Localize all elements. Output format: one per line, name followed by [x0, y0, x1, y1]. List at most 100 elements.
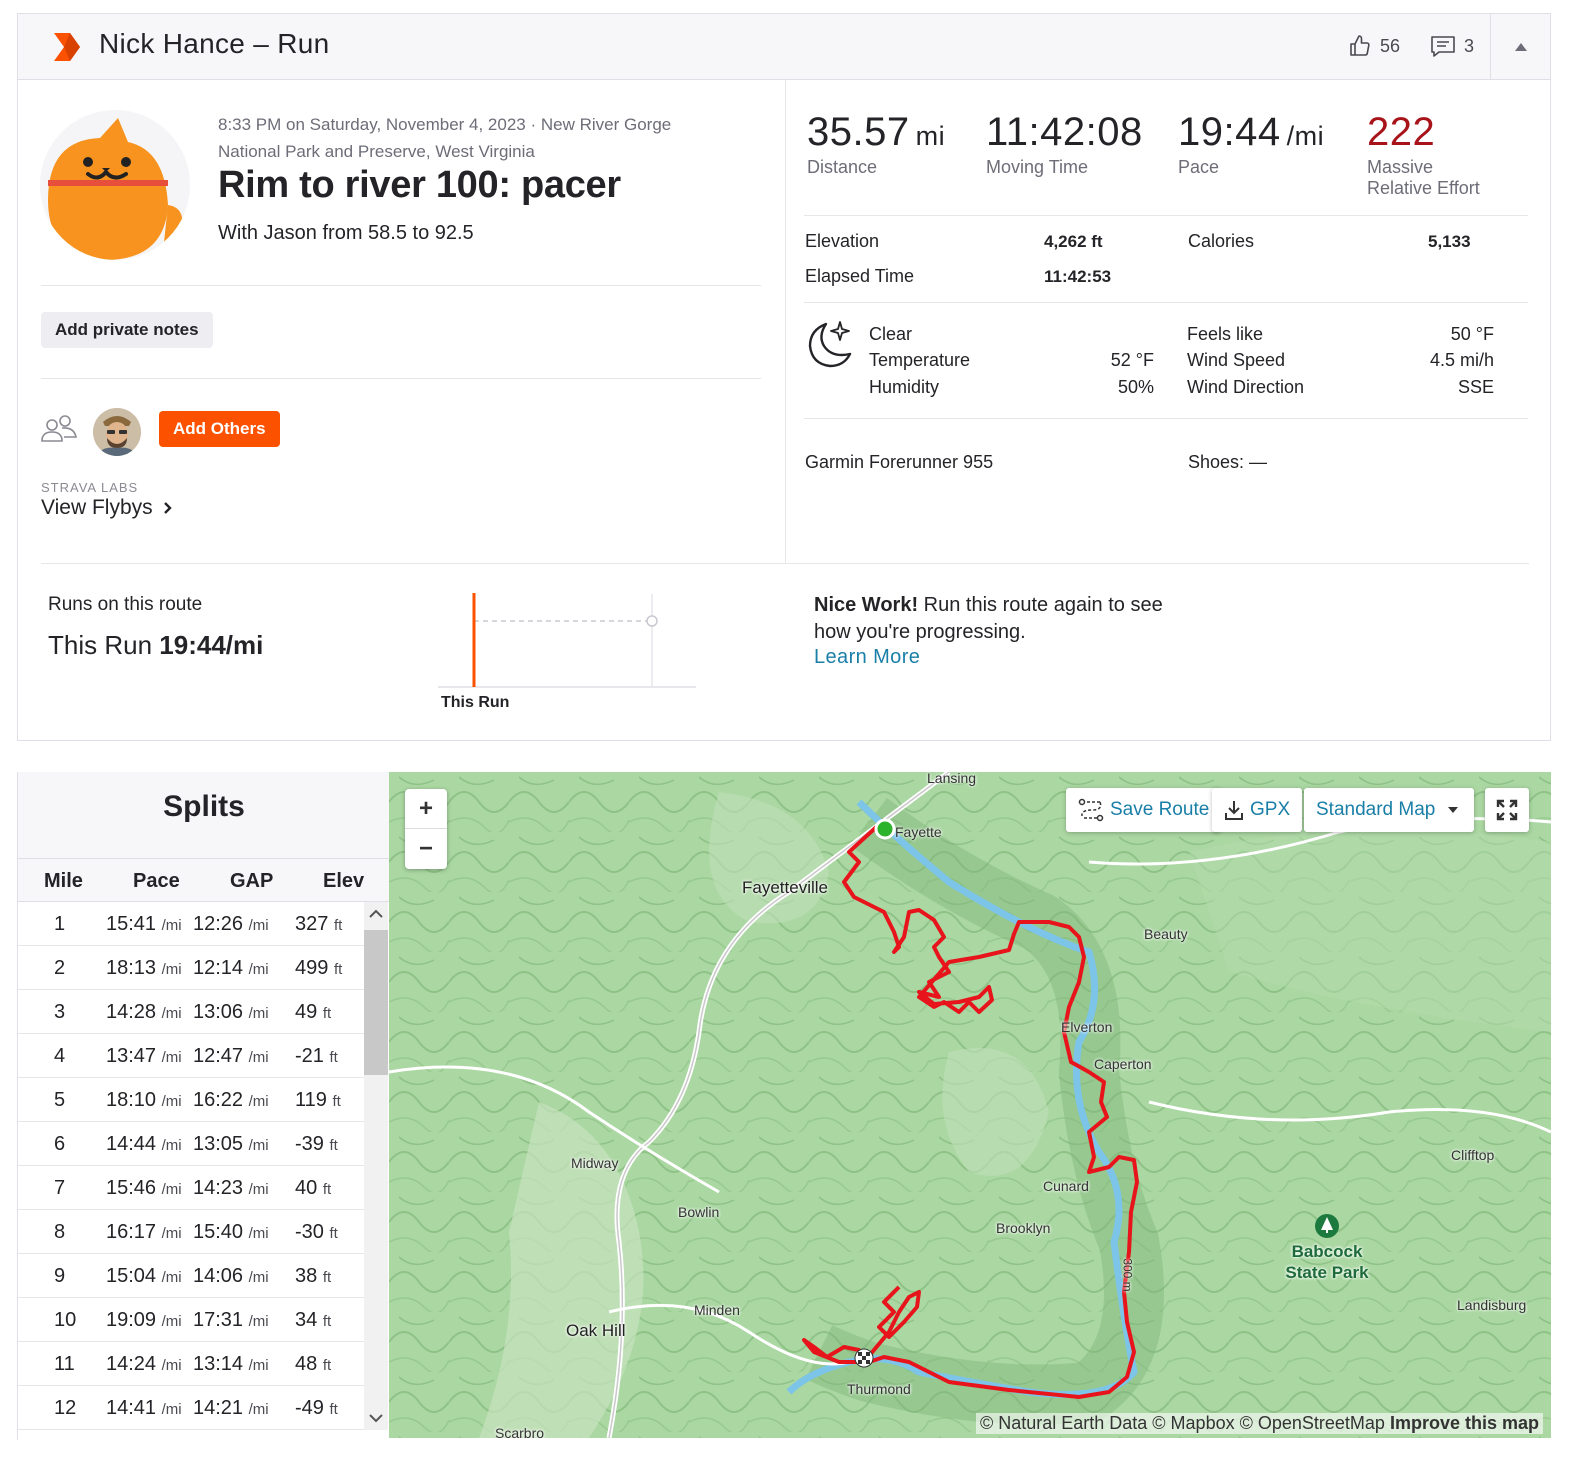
col-elev: Elev: [323, 870, 365, 892]
split-mile: 2: [54, 957, 66, 979]
view-flybys-link[interactable]: View Flybys: [41, 496, 173, 520]
col-mile: Mile: [44, 870, 83, 892]
improve-map-link[interactable]: Improve this map: [1390, 1413, 1539, 1433]
kudos-button[interactable]: 56: [1348, 34, 1400, 58]
athlete-avatar[interactable]: [40, 110, 190, 260]
split-elev: 327 ft: [295, 913, 343, 935]
pace-label: Pace: [1178, 157, 1220, 177]
collapse-chevron-icon[interactable]: [1513, 40, 1529, 54]
moving-time-value: 11:42:08: [986, 110, 1143, 154]
split-row: 10 19:09 /mi 17:31 /mi 34 ft: [18, 1298, 364, 1342]
add-private-notes-button[interactable]: Add private notes: [41, 312, 213, 348]
humidity-label: Humidity: [869, 377, 940, 397]
stat-relative-effort[interactable]: 222 Massive Relative Effort: [1367, 110, 1480, 199]
scroll-down-icon[interactable]: [364, 1408, 388, 1428]
feels-like-value: 50 °F: [1450, 324, 1494, 344]
fullscreen-button[interactable]: [1485, 788, 1529, 832]
split-row: 12 14:41 /mi 14:21 /mi -49 ft: [18, 1386, 364, 1430]
runs-on-route-label: Runs on this route: [48, 594, 203, 615]
distance-value: 35.57: [807, 110, 910, 154]
split-row: 4 13:47 /mi 12:47 /mi -21 ft: [18, 1034, 364, 1078]
wind-direction-value: SSE: [1457, 377, 1494, 397]
place-label-landisburg: Landisburg: [1457, 1297, 1527, 1313]
gpx-download-button[interactable]: GPX: [1212, 788, 1303, 832]
split-mile: 4: [54, 1045, 66, 1067]
gpx-label: GPX: [1250, 799, 1291, 820]
split-mile: 7: [54, 1177, 66, 1199]
activity-card: Nick Hance – Run 56 3 8:33 PM on Saturda…: [17, 13, 1551, 741]
activity-header: Nick Hance – Run 56 3: [18, 14, 1550, 80]
comment-icon: [1431, 36, 1455, 57]
split-mile: 5: [54, 1089, 66, 1111]
learn-more-link[interactable]: Learn More: [814, 646, 920, 669]
calories-label: Calories: [1188, 231, 1255, 251]
activity-map[interactable]: + − Save Route GPX Standard Map Lansing …: [389, 772, 1551, 1438]
elapsed-time-label: Elapsed Time: [805, 266, 915, 286]
map-terrain: [389, 772, 1551, 1438]
calories-value: 5,133: [1428, 232, 1471, 251]
activity-title: Rim to river 100: pacer: [218, 164, 621, 206]
place-label-midway: Midway: [571, 1155, 619, 1171]
save-route-button[interactable]: Save Route: [1066, 788, 1222, 832]
split-gap: 13:05 /mi: [193, 1133, 269, 1155]
companion-avatar[interactable]: [93, 408, 141, 456]
split-elev: -21 ft: [295, 1045, 338, 1067]
comments-button[interactable]: 3: [1430, 34, 1474, 58]
distance-label: Distance: [807, 157, 878, 177]
add-others-button[interactable]: Add Others: [159, 411, 280, 447]
split-gap: 14:06 /mi: [193, 1265, 269, 1287]
feels-like-label: Feels like: [1187, 324, 1264, 344]
split-pace: 14:44 /mi: [106, 1133, 182, 1155]
split-gap: 17:31 /mi: [193, 1309, 269, 1331]
moving-time-label: Moving Time: [986, 157, 1089, 177]
split-mile: 9: [54, 1265, 66, 1287]
splits-header: Splits: [18, 772, 390, 858]
weather-condition: Clear: [869, 324, 913, 344]
zoom-in-button[interactable]: +: [405, 789, 447, 829]
split-elev: 40 ft: [295, 1177, 332, 1199]
map-style-label: Standard Map: [1316, 799, 1436, 820]
humidity-value: 50%: [1117, 377, 1154, 397]
split-elev: 48 ft: [295, 1353, 332, 1375]
this-run-summary: This Run 19:44/mi: [48, 630, 263, 661]
park-name-line-1: Babcock: [1291, 1242, 1363, 1261]
wind-speed-label: Wind Speed: [1187, 350, 1286, 370]
scroll-thumb[interactable]: [364, 930, 388, 1075]
split-elev: 38 ft: [295, 1265, 332, 1287]
split-elev: -49 ft: [295, 1397, 338, 1419]
split-elev: -39 ft: [295, 1133, 338, 1155]
split-mile: 3: [54, 1001, 66, 1023]
split-row: 9 15:04 /mi 14:06 /mi 38 ft: [18, 1254, 364, 1298]
temperature-label: Temperature: [869, 350, 971, 370]
column-divider: [785, 80, 786, 564]
split-pace: 15:41 /mi: [106, 913, 182, 935]
place-label-fayette: Fayette: [895, 824, 942, 840]
split-gap: 13:14 /mi: [193, 1353, 269, 1375]
split-row: 1 15:41 /mi 12:26 /mi 327 ft: [18, 902, 364, 946]
split-pace: 18:10 /mi: [106, 1089, 182, 1111]
split-elev: 49 ft: [295, 1001, 332, 1023]
split-elev: 499 ft: [295, 957, 343, 979]
divider: [804, 302, 1528, 303]
divider: [804, 418, 1528, 419]
split-gap: 14:21 /mi: [193, 1397, 269, 1419]
scroll-up-icon[interactable]: [364, 904, 388, 924]
zoom-out-button[interactable]: −: [405, 829, 447, 869]
split-gap: 12:47 /mi: [193, 1045, 269, 1067]
split-mile: 6: [54, 1133, 66, 1155]
download-icon: [1225, 801, 1243, 820]
place-label-bowlin: Bowlin: [678, 1204, 720, 1220]
split-row: 3 14:28 /mi 13:06 /mi 49 ft: [18, 990, 364, 1034]
elapsed-time-value: 11:42:53: [1044, 267, 1112, 286]
map-style-dropdown[interactable]: Standard Map: [1304, 788, 1474, 832]
header-divider: [1490, 14, 1491, 80]
effort-label-2: Relative Effort: [1367, 178, 1480, 198]
route-icon: [1078, 798, 1104, 822]
divider: [41, 285, 761, 286]
splits-scrollbar[interactable]: [364, 902, 388, 1430]
split-pace: 18:13 /mi: [106, 957, 182, 979]
place-label-elverton: Elverton: [1061, 1019, 1113, 1035]
this-run-pace: 19:44/mi: [159, 630, 264, 660]
split-mile: 12: [54, 1397, 77, 1419]
header-title: Nick Hance – Run: [99, 28, 330, 59]
